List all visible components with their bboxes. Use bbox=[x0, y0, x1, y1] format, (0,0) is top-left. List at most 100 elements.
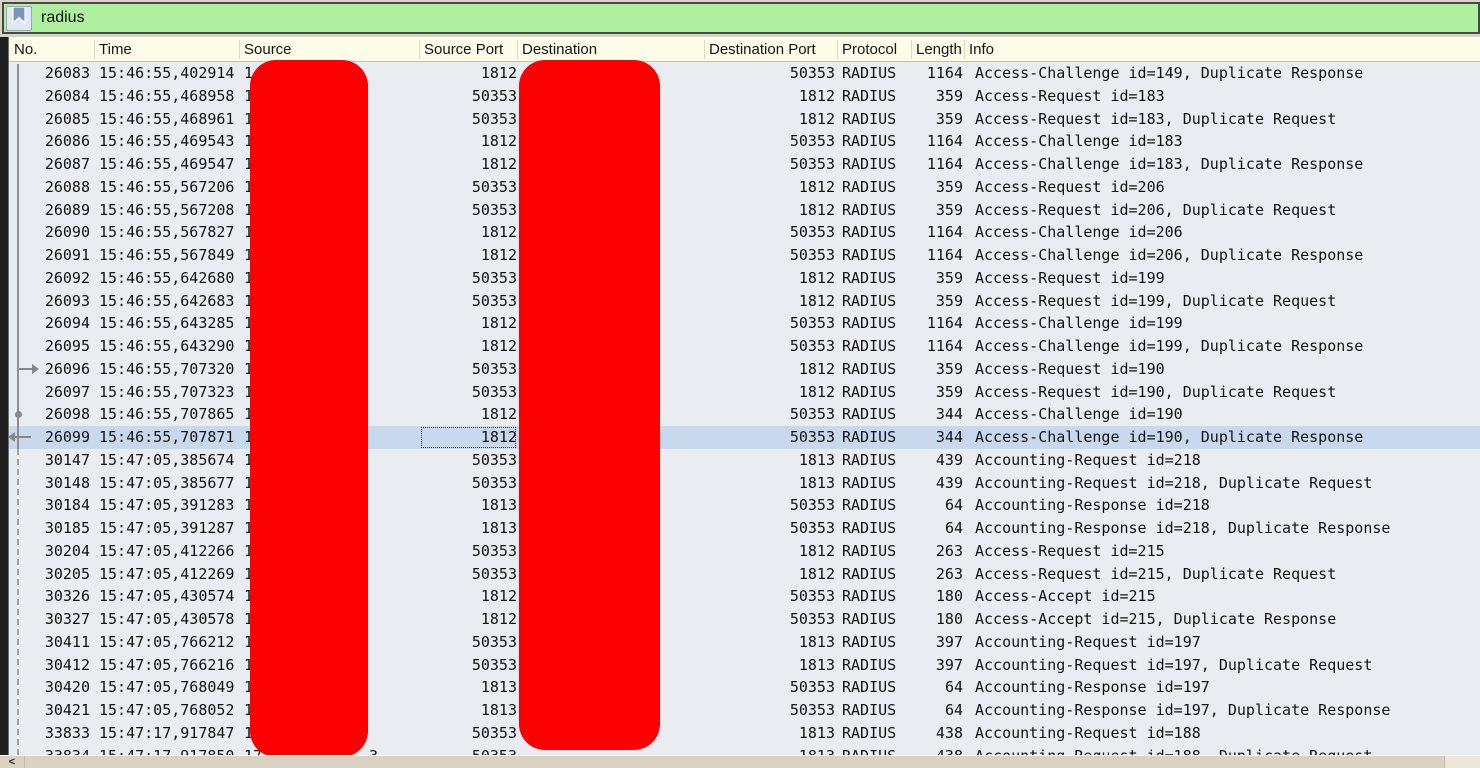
cell-source-port: 50353 bbox=[471, 473, 517, 492]
packet-row[interactable]: 30326 15:47:05,430574 1 1812 50353 RADIUS 180 A… bbox=[0, 585, 1480, 608]
packet-row[interactable]: 26085 15:46:55,468961 1 50353 1812 RADIUS 359 A… bbox=[0, 108, 1480, 131]
packet-row[interactable]: 30412 15:47:05,766216 1 50353 1813 RADIUS 397 A… bbox=[0, 654, 1480, 677]
packet-row[interactable]: 30421 15:47:05,768052 1 1813 50353 RADIUS 64 Ac… bbox=[0, 699, 1480, 722]
cell-source-port: 1812 bbox=[480, 610, 517, 628]
cell-destination-port: 50353 bbox=[789, 155, 835, 173]
cell-time: 15:46:55,707320 bbox=[99, 359, 235, 378]
scrollbar-thumb[interactable] bbox=[24, 756, 1445, 768]
cell-source-port: 50353 bbox=[471, 109, 517, 128]
cell-length: 344 bbox=[935, 428, 963, 446]
packet-row[interactable]: 26094 15:46:55,643285 1 1812 50353 RADIUS 1164… bbox=[0, 312, 1480, 335]
cell-source-port: 1812 bbox=[480, 314, 517, 333]
column-header-protocol[interactable]: Protocol bbox=[838, 39, 912, 59]
cell-source-port: 1812 bbox=[480, 337, 517, 355]
cell-source-port: 1812 bbox=[420, 426, 517, 449]
packet-row[interactable]: 30327 15:47:05,430578 1 1812 50353 RADIUS 180 A… bbox=[0, 608, 1480, 631]
packet-row[interactable]: 26092 15:46:55,642680 1 50353 1812 RADIUS 359 A… bbox=[0, 267, 1480, 290]
packet-row[interactable]: 30204 15:47:05,412266 1 50353 1812 RADIUS 263 A… bbox=[0, 540, 1480, 563]
filter-bookmark-button[interactable] bbox=[6, 5, 32, 31]
cell-time: 15:46:55,567208 bbox=[99, 200, 235, 219]
cell-info: Access-Challenge id=183, Duplicate Respo… bbox=[975, 155, 1364, 173]
packet-row[interactable]: 30205 15:47:05,412269 1 50353 1812 RADIUS 263 A… bbox=[0, 563, 1480, 586]
cell-destination-port: 1812 bbox=[798, 109, 835, 128]
packet-row[interactable]: 26096 15:46:55,707320 1 50353 1812 RADIUS 359 A… bbox=[0, 358, 1480, 381]
cell-info: Access-Request id=183, Duplicate Request bbox=[975, 109, 1337, 128]
cell-info: Access-Challenge id=199, Duplicate Respo… bbox=[975, 337, 1364, 355]
cell-length: 180 bbox=[935, 587, 963, 606]
packet-row[interactable]: 26089 15:46:55,567208 1 50353 1812 RADIUS 359 A… bbox=[0, 199, 1480, 222]
column-header-source-port[interactable]: Source Port bbox=[420, 39, 518, 59]
cell-length: 1164 bbox=[926, 223, 963, 242]
packet-row[interactable]: 3383415:47:17,91785017503531813RADIUS438… bbox=[0, 745, 1480, 756]
cell-no: 30327 bbox=[44, 610, 90, 628]
scroll-left-button[interactable]: < bbox=[0, 756, 24, 768]
packet-row[interactable]: 26091 15:46:55,567849 1 1812 50353 RADIUS 1164… bbox=[0, 244, 1480, 267]
column-header-time[interactable]: Time bbox=[95, 39, 240, 59]
packet-row[interactable]: 33833 15:47:17,917847 1 50353 1813 RADIUS 438 A… bbox=[0, 722, 1480, 745]
cell-source-port: 1812 bbox=[480, 132, 517, 151]
cell-length: 1164 bbox=[926, 132, 963, 151]
cell-length: 397 bbox=[935, 655, 963, 674]
cell-time: 15:47:05,385674 bbox=[99, 450, 235, 469]
cell-destination-port: 1812 bbox=[798, 564, 835, 583]
cell-protocol: RADIUS bbox=[842, 496, 897, 515]
cell-no: 26097 bbox=[44, 382, 90, 401]
cell-no: 30412 bbox=[44, 655, 90, 674]
display-filter-input[interactable]: radius bbox=[32, 4, 1478, 32]
cell-protocol: RADIUS bbox=[842, 155, 897, 173]
cell-length: 438 bbox=[935, 723, 963, 742]
packet-row[interactable]: 26095 15:46:55,643290 1 1812 50353 RADIUS 1164… bbox=[0, 335, 1480, 358]
packet-row[interactable]: 26086 15:46:55,469543 1 1812 50353 RADIUS 1164… bbox=[0, 130, 1480, 153]
packet-row[interactable]: 26090 15:46:55,567827 1 1812 50353 RADIUS 1164… bbox=[0, 221, 1480, 244]
cell-destination-port: 50353 bbox=[789, 64, 835, 82]
cell-length: 359 bbox=[935, 359, 963, 378]
cell-source-port: 50353 bbox=[471, 632, 517, 651]
packet-row[interactable]: 30411 15:47:05,766212 1 50353 1813 RADIUS 397 A… bbox=[0, 631, 1480, 654]
column-header-length[interactable]: Length bbox=[912, 39, 965, 59]
cell-destination-port: 1812 bbox=[798, 382, 835, 401]
packet-row[interactable]: 26093 15:46:55,642683 1 50353 1812 RADIUS 359 A… bbox=[0, 290, 1480, 313]
packet-row[interactable]: 30185 15:47:05,391287 1 1813 50353 RADIUS 64 Ac… bbox=[0, 517, 1480, 540]
packet-row[interactable]: 30184 15:47:05,391283 1 1813 50353 RADIUS 64 Ac… bbox=[0, 494, 1480, 517]
packet-row[interactable]: 26087 15:46:55,469547 1 1812 50353 RADIUS 1164… bbox=[0, 153, 1480, 176]
cell-destination-port: 1813 bbox=[798, 473, 835, 492]
cell-no: 26085 bbox=[44, 109, 90, 128]
packet-list: 26083 15:46:55,402914 1 1812 50353 RADIUS 1164… bbox=[0, 62, 1480, 755]
column-header-info[interactable]: Info bbox=[965, 40, 1480, 59]
packet-row[interactable]: 30148 15:47:05,385677 1 50353 1813 RADIUS 439 A… bbox=[0, 472, 1480, 495]
cell-length: 1164 bbox=[926, 246, 963, 264]
cell-source-port: 50353 bbox=[471, 86, 517, 105]
cell-source-port: 50353 bbox=[471, 200, 517, 219]
column-header-destination[interactable]: Destination bbox=[518, 39, 705, 59]
packet-row[interactable]: 26088 15:46:55,567206 1 50353 1812 RADIUS 359 A… bbox=[0, 176, 1480, 199]
packet-row[interactable]: 26098 15:46:55,707865 1 1812 50353 RADIUS 344 A… bbox=[0, 403, 1480, 426]
packet-row[interactable]: 26084 15:46:55,468958 1 50353 1812 RADIUS 359 A… bbox=[0, 85, 1480, 108]
cell-source-port: 50353 bbox=[471, 723, 517, 742]
packet-row[interactable]: 26099 15:46:55,707871 1 1812 50353 RADIUS 344 A… bbox=[0, 426, 1480, 449]
cell-no: 33834 bbox=[0, 745, 90, 756]
packet-row[interactable]: 30420 15:47:05,768049 1 1813 50353 RADIUS 64 Ac… bbox=[0, 676, 1480, 699]
cell-protocol: RADIUS bbox=[842, 200, 897, 219]
cell-time: 15:46:55,643290 bbox=[99, 337, 235, 355]
cell-length: 1164 bbox=[926, 155, 963, 173]
cell-no: 26095 bbox=[44, 337, 90, 355]
cell-no: 26083 bbox=[44, 64, 90, 82]
cell-length: 397 bbox=[935, 632, 963, 651]
cell-protocol: RADIUS bbox=[842, 382, 897, 401]
cell-info: Accounting-Request id=218 bbox=[975, 450, 1201, 469]
horizontal-scrollbar[interactable]: < bbox=[0, 755, 1480, 768]
cell-source-port: 1813 bbox=[480, 678, 517, 697]
cell-protocol: RADIUS bbox=[842, 587, 897, 606]
column-header-destination-port[interactable]: Destination Port bbox=[705, 39, 838, 59]
cell-destination-port: 1812 bbox=[798, 359, 835, 378]
packet-row[interactable]: 26083 15:46:55,402914 1 1812 50353 RADIUS 1164… bbox=[0, 62, 1480, 85]
column-header-source[interactable]: Source bbox=[240, 39, 420, 59]
cell-no: 30148 bbox=[44, 473, 90, 492]
column-header-no[interactable]: No. bbox=[0, 39, 95, 59]
cell-no: 30147 bbox=[44, 450, 90, 469]
packet-row[interactable]: 26097 15:46:55,707323 1 50353 1812 RADIUS 359 A… bbox=[0, 381, 1480, 404]
window-left-border bbox=[0, 37, 9, 755]
cell-time: 15:47:05,385677 bbox=[99, 473, 235, 492]
packet-row[interactable]: 30147 15:47:05,385674 1 50353 1813 RADIUS 439 A… bbox=[0, 449, 1480, 472]
cell-info: Access-Challenge id=190, Duplicate Respo… bbox=[975, 428, 1364, 446]
